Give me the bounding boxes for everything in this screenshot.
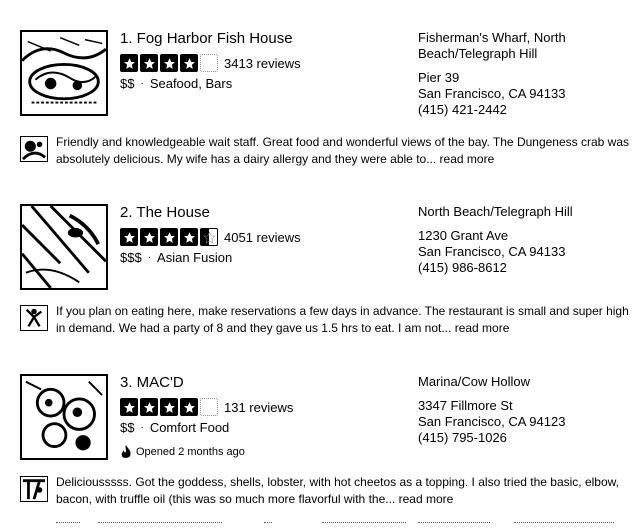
snippet-text: Friendly and knowledgeable wait staff. G… (56, 134, 632, 168)
rating-row: 131 reviews (120, 398, 293, 416)
user-photo-icon (21, 306, 47, 330)
phone-number: (415) 421-2442 (418, 102, 507, 117)
phone-number: (415) 795-1026 (418, 430, 507, 445)
address-block: North Beach/Telegraph Hill 1230 Grant Av… (418, 204, 633, 276)
street-address: 3347 Fillmore St (418, 398, 513, 413)
separator-dot: · (147, 252, 152, 263)
star-icon (180, 228, 198, 246)
star-icon (140, 54, 158, 72)
business-name-link[interactable]: 3. MAC'D (120, 374, 184, 392)
flame-icon (121, 445, 131, 458)
price-range: $$$ (120, 250, 142, 265)
divider (56, 522, 80, 523)
divider (322, 522, 406, 523)
business-photo[interactable] (20, 204, 108, 290)
neighborhood: North Beach/Telegraph Hill (418, 204, 573, 219)
city-state-zip: San Francisco, CA 94133 (418, 86, 566, 101)
opened-badge: Opened 2 months ago (120, 445, 245, 459)
price-category-row: $$$ · Asian Fusion (120, 250, 232, 266)
address-block: Fisherman's Wharf, North Beach/Telegraph… (418, 30, 633, 118)
city-state-zip: San Francisco, CA 94123 (418, 414, 566, 429)
star-icon (120, 228, 138, 246)
star-empty-icon (200, 54, 218, 72)
street-address: Pier 39 (418, 70, 460, 85)
star-icon (160, 54, 178, 72)
food-photo-icon (22, 32, 106, 114)
reviewer-avatar[interactable] (20, 476, 48, 502)
star-rating (120, 398, 218, 416)
snippet-body: Friendly and knowledgeable wait staff. G… (56, 135, 629, 166)
business-photo[interactable] (20, 374, 108, 460)
category-links[interactable]: Seafood, Bars (150, 76, 232, 92)
star-icon (140, 398, 158, 416)
separator-dot: · (140, 78, 144, 89)
star-icon (160, 398, 178, 416)
star-icon (140, 228, 158, 246)
snippet-text: If you plan on eating here, make reserva… (56, 303, 632, 337)
food-photo-icon (22, 206, 106, 288)
read-more-link[interactable]: read more (455, 321, 510, 335)
star-icon (160, 228, 178, 246)
divider (264, 522, 272, 523)
price-category-row: $$ · Seafood, Bars (120, 76, 232, 92)
user-photo-icon (21, 137, 47, 161)
reviewer-avatar[interactable] (20, 305, 48, 331)
business-name-link[interactable]: 1. Fog Harbor Fish House (120, 30, 293, 48)
business-name-link[interactable]: 2. The House (120, 204, 210, 222)
snippet-text: Deliciousssss. Got the goddess, shells, … (56, 474, 632, 508)
category-links[interactable]: Comfort Food (150, 420, 229, 436)
next-listing-edge (0, 520, 640, 526)
opened-text: Opened 2 months ago (136, 446, 245, 458)
food-photo-icon (22, 376, 106, 458)
star-icon (120, 398, 138, 416)
street-address: 1230 Grant Ave (418, 228, 509, 243)
star-icon (180, 54, 198, 72)
review-count[interactable]: 131 reviews (224, 400, 293, 415)
rating-row: 3413 reviews (120, 54, 301, 72)
divider (514, 522, 614, 523)
star-rating (120, 228, 218, 246)
read-more-link[interactable]: read more (440, 152, 495, 166)
star-empty-icon (200, 398, 218, 416)
neighborhood: Fisherman's Wharf, North Beach/Telegraph… (418, 30, 566, 61)
price-range: $$ (120, 76, 135, 91)
star-icon (180, 398, 198, 416)
category-links[interactable]: Asian Fusion (157, 250, 232, 266)
review-count[interactable]: 3413 reviews (224, 56, 301, 71)
star-icon (120, 54, 138, 72)
rating-row: 4051 reviews (120, 228, 301, 246)
price-range: $$ (120, 420, 135, 435)
price-category-row: $$ · Comfort Food (120, 420, 229, 436)
user-photo-icon (21, 477, 47, 501)
star-rating (120, 54, 218, 72)
business-photo[interactable] (20, 30, 108, 116)
phone-number: (415) 986-8612 (418, 260, 507, 275)
separator-dot: · (140, 422, 144, 433)
review-count[interactable]: 4051 reviews (224, 230, 301, 245)
neighborhood: Marina/Cow Hollow (418, 374, 530, 389)
reviewer-avatar[interactable] (20, 136, 48, 162)
divider (418, 522, 490, 523)
star-half-icon (200, 228, 218, 246)
address-block: Marina/Cow Hollow 3347 Fillmore St San F… (418, 374, 633, 446)
read-more-link[interactable]: read more (399, 492, 454, 506)
city-state-zip: San Francisco, CA 94133 (418, 244, 566, 259)
snippet-body: If you plan on eating here, make reserva… (56, 304, 629, 335)
divider (98, 522, 222, 523)
snippet-body: Deliciousssss. Got the goddess, shells, … (56, 475, 619, 506)
